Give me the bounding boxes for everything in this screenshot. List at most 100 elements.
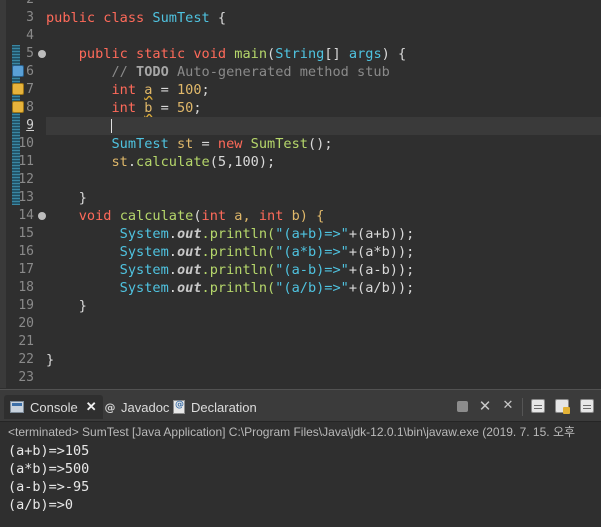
clear-console-icon[interactable] — [531, 399, 545, 413]
toolbar-separator — [522, 398, 523, 416]
word-wrap-icon[interactable] — [580, 399, 594, 413]
code-line: st.calculate(5,100); — [46, 153, 601, 171]
console-output-line: (a-b)=>-95 — [8, 479, 90, 495]
line-number: 15 — [18, 226, 34, 241]
brace: } — [46, 352, 55, 368]
line-number: 22 — [18, 352, 34, 367]
brace: } — [78, 190, 87, 206]
brace: { — [209, 10, 227, 26]
keyword: int — [201, 208, 227, 224]
remove-launch-icon[interactable]: ✕ — [478, 399, 492, 414]
punctuation: ( — [193, 208, 202, 224]
comment: // — [111, 64, 137, 80]
fold-toggle-icon[interactable] — [38, 50, 46, 58]
brace: } — [78, 298, 87, 314]
constructor-name: SumTest — [250, 136, 308, 152]
fold-toggle-icon[interactable] — [38, 212, 46, 220]
punctuation: ( — [267, 46, 276, 62]
keyword: void — [193, 46, 227, 62]
method-call: .println( — [201, 226, 276, 242]
keyword: int — [111, 82, 137, 98]
close-icon[interactable]: ✕ — [86, 399, 97, 415]
remove-all-icon[interactable]: ✕ — [501, 399, 515, 413]
arguments: (5,100); — [209, 154, 276, 170]
line-number: 18 — [18, 280, 34, 295]
console-output[interactable]: (a+b)=>105 (a*b)=>500 (a-b)=>-95 (a/b)=>… — [8, 442, 601, 514]
method-name: main — [234, 46, 268, 62]
expression: +(a/b)); — [348, 280, 415, 296]
parameter: b) { — [283, 208, 325, 224]
console-output-line: (a+b)=>105 — [8, 443, 90, 459]
operator: = — [152, 82, 177, 98]
javadoc-icon: @ — [104, 400, 116, 414]
keyword: class — [103, 10, 145, 26]
string-literal: "(a-b)=>" — [275, 262, 349, 278]
punctuation: . — [127, 154, 137, 170]
punctuation: . — [168, 280, 177, 296]
type-name: String — [275, 46, 325, 62]
string-literal: "(a+b)=>" — [275, 226, 349, 242]
expression: +(a*b)); — [348, 244, 415, 260]
code-line: public static void main(String[] args) { — [46, 45, 601, 63]
terminate-icon[interactable] — [457, 401, 468, 412]
method-call: .println( — [201, 244, 276, 260]
keyword: int — [111, 100, 137, 116]
variable: st — [111, 154, 128, 170]
code-line: SumTest st = new SumTest(); — [46, 135, 601, 153]
comment: Auto-generated method stub — [168, 64, 390, 80]
operator: = — [193, 136, 218, 152]
expression: +(a+b)); — [348, 226, 415, 242]
line-number: 14 — [18, 208, 34, 223]
parameter: a, — [226, 208, 259, 224]
tab-declaration[interactable]: Declaration — [173, 395, 257, 419]
keyword: new — [217, 136, 243, 152]
method-name: calculate — [136, 154, 210, 170]
tab-console[interactable]: Console ✕ — [4, 395, 103, 419]
declaration-icon — [173, 400, 185, 414]
line-number: 21 — [18, 334, 34, 349]
method-call: .println( — [201, 262, 276, 278]
code-line: void calculate(int a, int b) { — [46, 207, 601, 225]
static-field: out — [176, 280, 202, 296]
tab-label: Javadoc — [121, 399, 170, 415]
line-number: 17 — [18, 262, 34, 277]
scroll-lock-icon[interactable] — [555, 399, 570, 414]
code-editor[interactable]: 2 3 4 5 6 7 8 9 10 11 12 13 14 15 16 17 … — [0, 0, 601, 388]
code-area[interactable]: public class SumTest { public static voi… — [46, 0, 601, 388]
code-line: public class SumTest { — [46, 9, 601, 27]
code-line: System.out.println("(a/b)=>"+(a/b)); — [46, 279, 601, 297]
variable: st — [168, 136, 194, 152]
line-number-gutter: 2 3 4 5 6 7 8 9 10 11 12 13 14 15 16 17 … — [6, 0, 46, 388]
current-line[interactable] — [46, 117, 601, 135]
line-number: 4 — [26, 28, 34, 43]
todo-tag: TODO — [136, 64, 169, 80]
method-call: .println( — [201, 280, 276, 296]
punctuation: [] — [324, 46, 349, 62]
class-ref: System — [119, 244, 169, 260]
punctuation: ; — [193, 100, 202, 116]
code-line: // TODO Auto-generated method stub — [46, 63, 601, 81]
line-number: 12 — [18, 172, 34, 187]
line-number: 3 — [26, 10, 34, 25]
tab-javadoc[interactable]: @ Javadoc — [104, 395, 170, 419]
number-literal: 100 — [176, 82, 202, 98]
string-literal: "(a/b)=>" — [275, 280, 349, 296]
code-line: int b = 50; — [46, 99, 601, 117]
code-line: System.out.println("(a+b)=>"+(a+b)); — [46, 225, 601, 243]
text-caret — [111, 119, 113, 133]
punctuation: . — [168, 226, 177, 242]
tab-label: Declaration — [191, 399, 257, 415]
line-number: 8 — [26, 100, 34, 115]
line-number: 10 — [18, 136, 34, 151]
code-line: int a = 100; — [46, 81, 601, 99]
number-literal: 50 — [176, 100, 194, 116]
line-number-current: 9 — [26, 118, 34, 133]
punctuation: ; — [201, 82, 210, 98]
keyword: public — [46, 10, 96, 26]
punctuation: . — [168, 262, 177, 278]
operator: = — [152, 100, 177, 116]
punctuation: . — [168, 244, 177, 260]
class-name: SumTest — [152, 10, 210, 26]
punctuation: ) { — [381, 46, 407, 62]
code-line: } — [46, 297, 601, 315]
